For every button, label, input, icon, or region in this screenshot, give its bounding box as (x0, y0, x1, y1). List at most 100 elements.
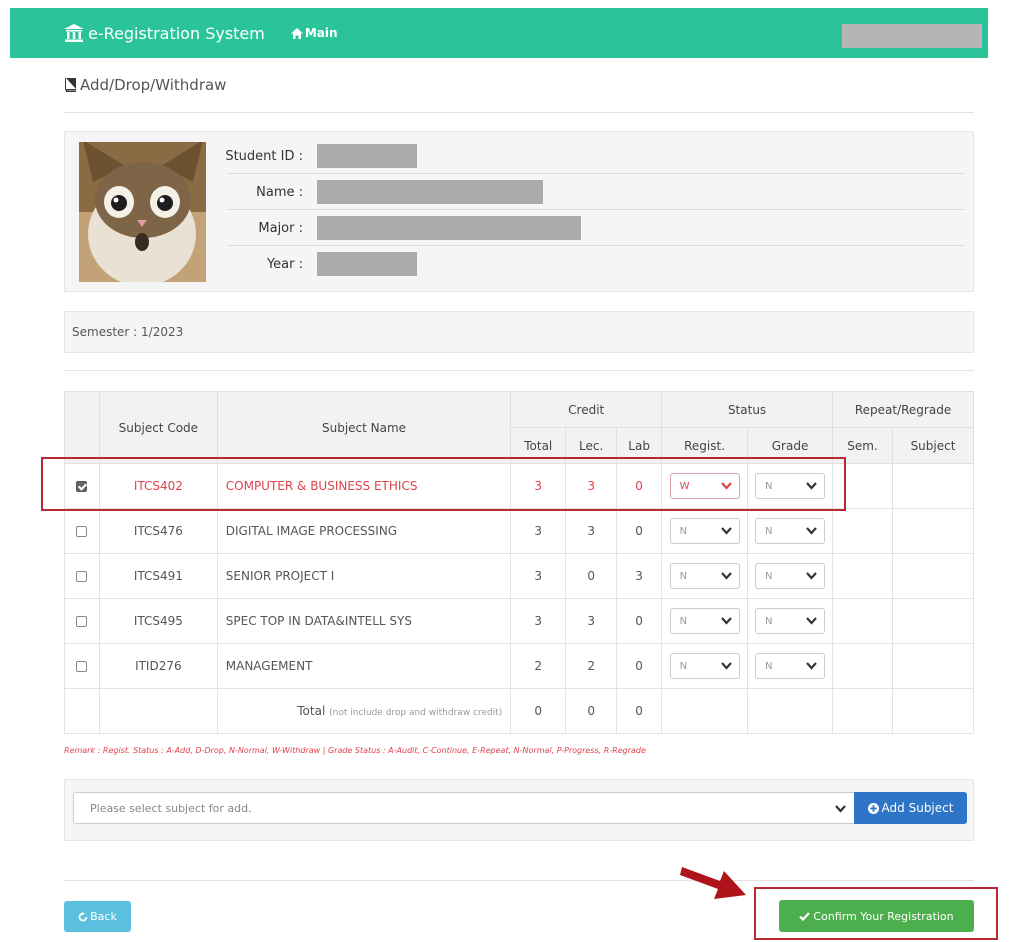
row-checkbox[interactable] (76, 526, 88, 537)
grade-cell: N (747, 643, 834, 689)
repeat-sem-cell (832, 598, 893, 644)
grade-status-value: N (765, 615, 773, 627)
grade-status-select[interactable]: N (755, 653, 826, 679)
back-button[interactable]: Back (64, 901, 131, 932)
grade-status-value: N (765, 570, 773, 582)
chevron-down-icon (720, 572, 732, 580)
info-row-name: Name : (227, 174, 965, 210)
subject-code-header: Subject Code (98, 391, 218, 464)
table-row: ITID276 MANAGEMENT 2 2 0 N N (64, 643, 975, 689)
row-checkbox[interactable] (76, 661, 88, 672)
credit-total: 2 (510, 643, 567, 689)
subject-name-header: Subject Name (216, 391, 512, 464)
brand[interactable]: e-Registration System (64, 24, 265, 43)
regist-status-select[interactable]: N (669, 563, 740, 589)
repeat-sem-cell (832, 643, 893, 689)
back-label: Back (90, 910, 117, 923)
user-menu-redacted[interactable] (842, 24, 982, 48)
credit-header: Credit (510, 391, 663, 428)
subjects-table: Subject Code Subject Name Credit Status … (64, 391, 975, 734)
empty-cell (832, 688, 893, 734)
add-subject-placeholder: Please select subject for add. (90, 802, 252, 815)
subject-header: Subject (891, 427, 975, 464)
row-checkbox-cell (64, 643, 100, 689)
empty-cell (747, 688, 834, 734)
empty-cell (891, 688, 975, 734)
repeat-sem-cell (832, 553, 893, 599)
chevron-down-icon (720, 662, 732, 670)
empty-cell (661, 688, 749, 734)
divider (64, 112, 974, 113)
status-remark: Remark : Regist. Status : A-Add, D-Drop,… (64, 746, 646, 755)
total-lec: 0 (565, 688, 618, 734)
repeat-regrade-header: Repeat/Regrade (832, 391, 974, 428)
regist-status-select[interactable]: N (669, 518, 740, 544)
regist-cell: N (661, 508, 749, 554)
divider (64, 370, 974, 371)
annotation-highlight-row (41, 457, 846, 511)
annotation-highlight-button (754, 887, 998, 940)
credit-lec: 3 (565, 508, 618, 554)
grade-status-value: N (765, 525, 773, 537)
grade-status-select[interactable]: N (755, 608, 826, 634)
nav-main-link[interactable]: Main (290, 26, 338, 40)
chevron-down-icon (806, 662, 817, 670)
major-redacted (317, 216, 581, 240)
total-label: Total (297, 704, 326, 718)
row-checkbox-cell (64, 598, 100, 644)
student-id-label: Student ID : (225, 149, 303, 164)
grade-status-select[interactable]: N (755, 563, 826, 589)
chevron-down-icon (720, 617, 732, 625)
row-checkbox[interactable] (76, 571, 88, 582)
repeat-subject-cell (891, 553, 975, 599)
arrow-annotation-icon (680, 867, 746, 899)
regist-status-value: N (679, 525, 688, 537)
total-label-cell: Total (not include drop and withdraw cre… (216, 688, 512, 734)
add-subject-select[interactable]: Please select subject for add. (73, 792, 855, 824)
university-icon (64, 24, 84, 42)
add-subject-label: Add Subject (881, 801, 954, 815)
home-icon (290, 27, 303, 39)
chevron-down-icon (806, 572, 817, 580)
regist-cell: N (661, 553, 749, 599)
grade-cell: N (747, 598, 834, 644)
regist-status-select[interactable]: N (669, 653, 740, 679)
student-id-redacted (317, 144, 417, 168)
subject-code: ITCS495 (98, 598, 218, 644)
row-checkbox-cell (64, 553, 100, 599)
add-subject-button[interactable]: Add Subject (854, 792, 967, 824)
credit-lab: 3 (616, 553, 663, 599)
major-label: Major : (258, 221, 303, 236)
subject-name: MANAGEMENT (216, 643, 512, 689)
credit-total: 3 (510, 508, 567, 554)
semester-text: Semester : 1/2023 (72, 325, 184, 339)
book-icon (64, 78, 76, 92)
select-column-header (64, 391, 100, 464)
name-redacted (317, 180, 543, 204)
regist-status-value: N (679, 615, 688, 627)
regist-cell: N (661, 598, 749, 644)
year-redacted (317, 252, 417, 276)
info-row-major: Major : (227, 210, 965, 246)
subject-name: SENIOR PROJECT I (216, 553, 512, 599)
row-checkbox-cell (64, 508, 100, 554)
credit-lab: 0 (616, 643, 663, 689)
regist-status-value: N (679, 660, 688, 672)
brand-title: e-Registration System (88, 23, 265, 43)
student-profile-panel: Student ID : Name : Major : Year : (64, 131, 974, 292)
regist-status-select[interactable]: N (669, 608, 740, 634)
subject-name: DIGITAL IMAGE PROCESSING (216, 508, 512, 554)
chevron-down-icon (835, 805, 846, 813)
row-checkbox[interactable] (76, 616, 88, 627)
chevron-down-icon (720, 527, 732, 535)
refresh-icon (78, 911, 88, 921)
regist-cell: N (661, 643, 749, 689)
grade-status-select[interactable]: N (755, 518, 826, 544)
subject-name: SPEC TOP IN DATA&INTELL SYS (216, 598, 512, 644)
info-row-student-id: Student ID : (225, 138, 965, 174)
top-navbar: e-Registration System Main (10, 8, 988, 58)
grade-status-value: N (765, 660, 773, 672)
status-header: Status (661, 391, 834, 428)
repeat-subject-cell (891, 463, 975, 509)
repeat-sem-cell (832, 508, 893, 554)
